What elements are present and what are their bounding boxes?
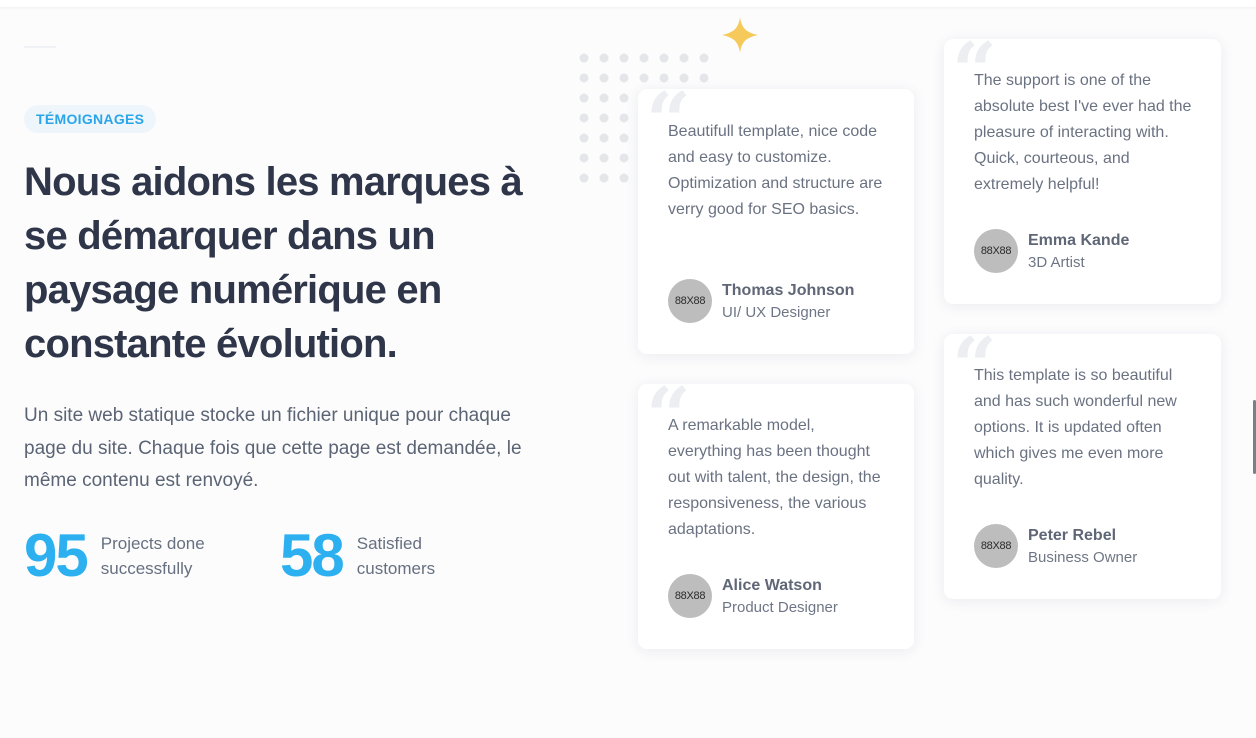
author-info: Alice Watson Product Designer xyxy=(722,576,838,617)
testimonial-card: “ A remarkable model, everything has bee… xyxy=(638,378,914,649)
testimonial-author: 88X88 Thomas Johnson UI/ UX Designer xyxy=(668,279,854,323)
avatar: 88X88 xyxy=(668,279,712,323)
testimonial-author: 88X88 Alice Watson Product Designer xyxy=(668,574,838,618)
author-role: Business Owner xyxy=(1028,548,1138,566)
testimonial-text: This template is so beautiful and has su… xyxy=(974,367,1177,488)
testimonial-card: “ This template is so beautiful and has … xyxy=(944,328,1221,599)
testimonial-author: 88X88 Peter Rebel Business Owner xyxy=(974,524,1137,568)
testimonial-card: “ Beautifull template, nice code and eas… xyxy=(638,83,914,354)
testimonial-card: “ The support is one of the absolute bes… xyxy=(944,33,1221,304)
stat-label: Satisfied customers xyxy=(356,534,436,578)
section-headline: Nous aidons les marques à se démarquer d… xyxy=(24,160,523,366)
stat-label: Projects done successfully xyxy=(100,534,205,578)
avatar: 88X88 xyxy=(974,524,1018,568)
author-name: Emma Kande xyxy=(1028,231,1130,249)
author-info: Thomas Johnson UI/ UX Designer xyxy=(722,281,854,322)
testimonial-text: Beautifull template, nice code and easy … xyxy=(668,123,883,218)
testimonial-author: 88X88 Emma Kande 3D Artist xyxy=(974,229,1129,273)
stat-number: 95 xyxy=(24,522,89,589)
top-navbar-edge xyxy=(0,0,1256,7)
testimonial-text: A remarkable model, everything has been … xyxy=(668,417,881,538)
avatar: 88X88 xyxy=(668,574,712,618)
author-info: Emma Kande 3D Artist xyxy=(1028,231,1129,272)
author-role: Product Designer xyxy=(722,598,838,616)
stat-projects: 95 Projects done successfully xyxy=(24,526,280,586)
avatar: 88X88 xyxy=(974,229,1018,273)
section-description: Un site web statique stocke un fichier u… xyxy=(24,405,522,491)
author-name: Alice Watson xyxy=(722,576,822,594)
author-name: Peter Rebel xyxy=(1028,526,1117,544)
section-badge: TÉMOIGNAGES xyxy=(24,105,157,133)
stat-customers: 58 Satisfied customers xyxy=(280,526,487,586)
author-name: Thomas Johnson xyxy=(722,281,855,299)
author-role: UI/ UX Designer xyxy=(722,303,831,321)
testimonial-text: The support is one of the absolute best … xyxy=(974,72,1192,193)
author-info: Peter Rebel Business Owner xyxy=(1028,526,1137,567)
stat-number: 58 xyxy=(280,522,345,589)
author-role: 3D Artist xyxy=(1028,253,1085,271)
decorative-line xyxy=(24,46,56,48)
sparkle-icon xyxy=(722,17,758,53)
stats-row: 95 Projects done successfully 58 Satisfi… xyxy=(24,526,487,586)
